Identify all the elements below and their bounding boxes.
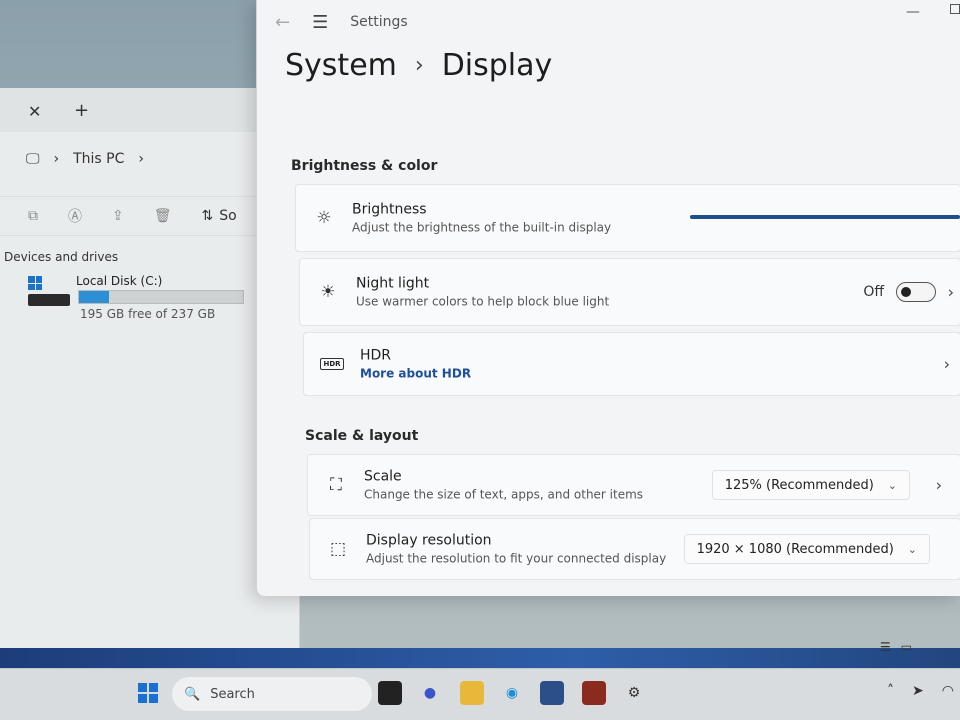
night-light-toggle[interactable] xyxy=(896,282,936,302)
search-placeholder: Search xyxy=(210,686,255,702)
rename-icon[interactable]: Ⓐ xyxy=(68,206,82,226)
hdr-title: HDR xyxy=(360,347,392,364)
chevron-down-icon: ⌄ xyxy=(887,478,897,492)
night-light-card[interactable]: ☀ Night light Use warmer colors to help … xyxy=(299,258,960,326)
settings-titlebar: ← ☰ Settings xyxy=(257,0,960,44)
task-view-icon[interactable] xyxy=(378,681,402,705)
chevron-up-icon[interactable]: ˄ xyxy=(887,683,894,699)
resolution-value: 1920 × 1080 (Recommended) xyxy=(696,541,894,557)
copy-icon[interactable]: ⧉ xyxy=(28,208,38,224)
maximize-icon[interactable] xyxy=(950,4,960,14)
settings-gear-icon[interactable]: ⚙ xyxy=(622,681,646,705)
page-breadcrumb: System › Display xyxy=(285,48,552,83)
app-icon[interactable] xyxy=(582,681,606,705)
scale-icon: ⛶ xyxy=(330,475,342,495)
drive-icon xyxy=(26,272,72,308)
explorer-toolbar: ⧉ Ⓐ ⇪ 🗑 ⇅ So xyxy=(0,196,299,236)
windows-start-icon xyxy=(138,683,158,703)
brightness-description: Adjust the brightness of the built-in di… xyxy=(352,220,612,235)
chevron-right-icon: › xyxy=(138,151,144,167)
location-icon[interactable]: ➤ xyxy=(912,683,924,699)
resolution-title: Display resolution xyxy=(366,532,492,549)
breadcrumb-this-pc[interactable]: This PC xyxy=(73,151,124,167)
scale-value: 125% (Recommended) xyxy=(724,477,874,493)
devices-section-title: Devices and drives xyxy=(4,250,119,264)
brightness-slider[interactable] xyxy=(690,215,960,219)
close-tab-icon[interactable]: ✕ xyxy=(28,102,41,121)
scale-description: Change the size of text, apps, and other… xyxy=(364,487,644,502)
taskbar-search[interactable]: 🔍 Search xyxy=(172,677,372,711)
night-light-title: Night light xyxy=(356,275,430,292)
drive-usage-bar xyxy=(78,290,244,304)
explorer-address-bar[interactable]: 🖵 › This PC › xyxy=(0,138,299,180)
windows-logo-icon xyxy=(28,276,42,290)
breadcrumb-system[interactable]: System xyxy=(285,48,397,83)
tiles-view-icon[interactable]: ▭ xyxy=(901,640,912,654)
chevron-right-icon[interactable]: › xyxy=(948,283,954,302)
sort-label: So xyxy=(219,208,237,224)
brightness-color-heading: Brightness & color xyxy=(291,158,438,174)
scale-layout-heading: Scale & layout xyxy=(305,428,419,444)
resolution-card: ⬚ Display resolution Adjust the resoluti… xyxy=(309,518,960,580)
chevron-right-icon: › xyxy=(53,151,60,167)
details-view-icon[interactable]: ☰ xyxy=(880,640,891,654)
resolution-icon: ⬚ xyxy=(329,539,347,559)
drive-name: Local Disk (C:) xyxy=(76,274,163,288)
hdr-card[interactable]: HDR HDR More about HDR › xyxy=(303,332,960,396)
brightness-card: ☼ Brightness Adjust the brightness of th… xyxy=(295,184,960,252)
night-light-description: Use warmer colors to help block blue lig… xyxy=(356,294,610,309)
delete-icon[interactable]: 🗑 xyxy=(154,208,172,224)
desktop-wallpaper-strip xyxy=(0,648,960,668)
search-icon: 🔍 xyxy=(184,686,201,702)
new-tab-icon[interactable]: + xyxy=(74,100,89,121)
start-button[interactable] xyxy=(136,681,160,705)
drive-free-space: 195 GB free of 237 GB xyxy=(80,307,216,321)
chevron-right-icon[interactable]: › xyxy=(944,355,950,374)
back-arrow-icon[interactable]: ← xyxy=(275,12,290,33)
chevron-right-icon[interactable]: › xyxy=(936,476,942,495)
share-icon[interactable]: ⇪ xyxy=(112,208,124,224)
chevron-down-icon: ⌄ xyxy=(907,542,917,556)
wifi-icon[interactable]: ◠ xyxy=(942,683,954,699)
scale-card[interactable]: ⛶ Scale Change the size of text, apps, a… xyxy=(307,454,960,516)
night-light-icon: ☀ xyxy=(320,282,336,302)
resolution-dropdown[interactable]: 1920 × 1080 (Recommended) ⌄ xyxy=(683,534,930,564)
resolution-description: Adjust the resolution to fit your connec… xyxy=(366,551,667,566)
scale-title: Scale xyxy=(364,468,402,485)
taskbar: 🔍 Search ● ◉ ⚙ ˄ ➤ ◠ xyxy=(0,668,960,720)
computer-icon: 🖵 xyxy=(26,151,40,167)
view-toggle-icons: ☰ ▭ xyxy=(880,640,912,654)
explorer-tab-bar: ✕ + xyxy=(0,88,299,132)
page-title: Display xyxy=(441,48,553,83)
settings-window: ← ☰ Settings — System › Display Brightne… xyxy=(256,0,960,596)
more-about-hdr-link[interactable]: More about HDR xyxy=(360,367,471,381)
file-explorer-icon[interactable] xyxy=(460,681,484,705)
scale-dropdown[interactable]: 125% (Recommended) ⌄ xyxy=(711,470,910,500)
minimize-icon[interactable]: — xyxy=(906,4,920,20)
chat-icon[interactable]: ● xyxy=(418,681,442,705)
store-icon[interactable] xyxy=(540,681,564,705)
brightness-title: Brightness xyxy=(352,201,427,218)
hdr-icon: HDR xyxy=(320,354,344,374)
edge-browser-icon[interactable]: ◉ xyxy=(500,681,524,705)
night-light-state: Off xyxy=(863,284,884,300)
sort-button[interactable]: ⇅ So xyxy=(202,208,237,224)
file-explorer-window: ✕ + 🖵 › This PC › ⧉ Ⓐ ⇪ 🗑 ⇅ So Devices a… xyxy=(0,88,300,658)
system-tray: ˄ ➤ ◠ xyxy=(887,683,960,699)
hamburger-menu-icon[interactable]: ☰ xyxy=(312,12,328,33)
sun-icon: ☼ xyxy=(316,208,332,228)
sort-icon: ⇅ xyxy=(201,208,214,224)
app-title: Settings xyxy=(350,14,408,30)
chevron-right-icon: › xyxy=(414,53,424,78)
